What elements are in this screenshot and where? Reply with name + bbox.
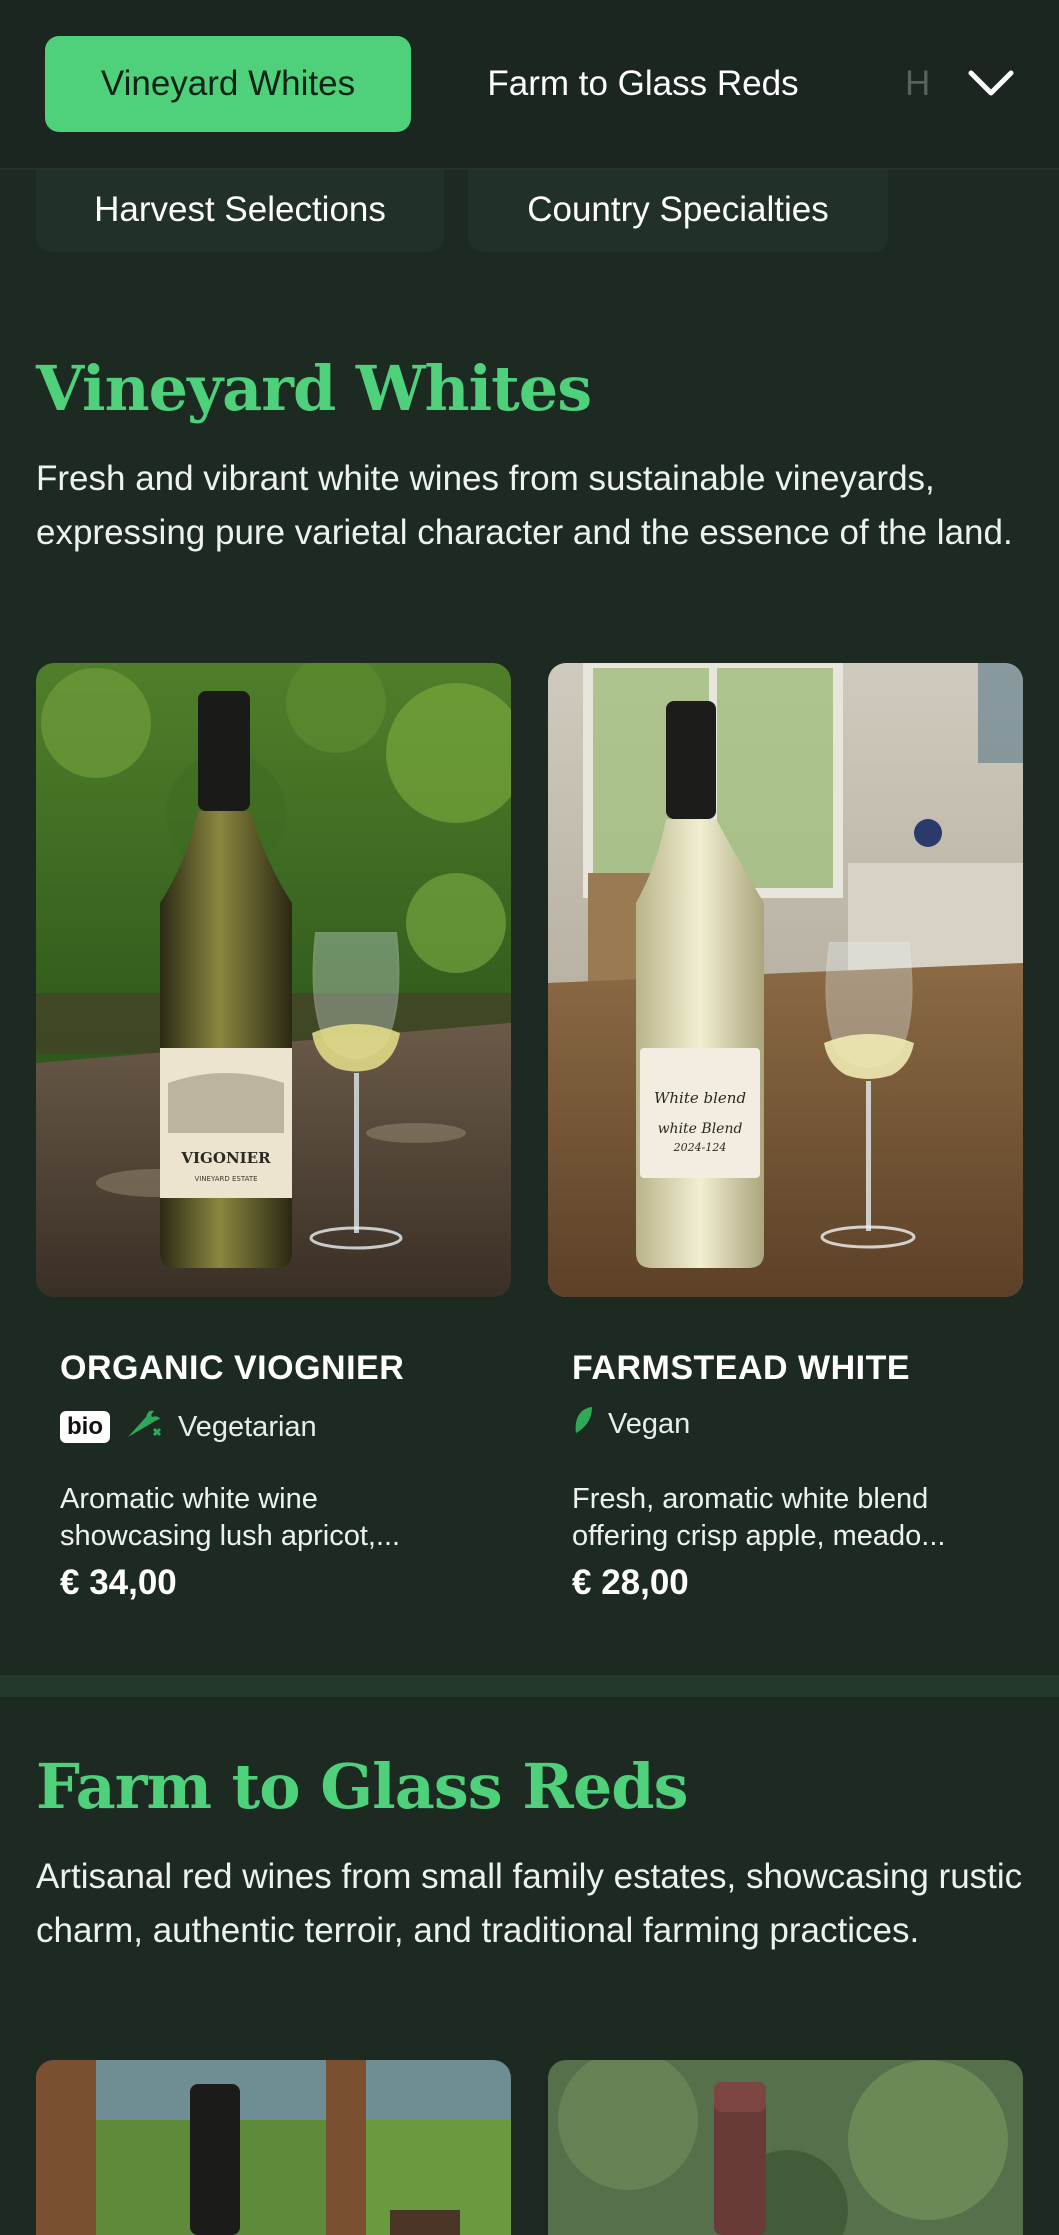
product-description-line: showcasing lush apricot,...	[60, 1520, 401, 1552]
product-image-farmstead-white: White blend white Blend 2024-124	[548, 663, 1023, 1297]
section-description-whites: Fresh and vibrant white wines from susta…	[36, 459, 1013, 552]
bottle-label-text: White blend	[654, 1089, 746, 1107]
bottle-label-subtext: VINEYARD ESTATE	[194, 1175, 257, 1183]
tab-truncated[interactable]: H	[905, 36, 965, 132]
bottle-label-subtext: white Blend	[658, 1121, 743, 1137]
section-description-reds: Artisanal red wines from small family es…	[36, 1857, 1023, 1950]
leaf-icon	[572, 1405, 594, 1443]
tab-farm-to-glass-reds[interactable]: Farm to Glass Reds	[448, 36, 838, 132]
product-name: ORGANIC VIOGNIER	[60, 1349, 405, 1387]
section-title-reds: Farm to Glass Reds	[36, 1750, 689, 1823]
product-description: Aromatic white wine showcasing lush apri…	[60, 1481, 500, 1555]
product-price: € 34,00	[60, 1563, 177, 1602]
bottle-label-year: 2024-124	[673, 1141, 727, 1154]
bottle-label-text: VIGONIER	[180, 1149, 271, 1167]
product-description-line: offering crisp apple, meado...	[572, 1520, 946, 1552]
product-tags: Vegan	[572, 1405, 690, 1443]
product-description-line: Fresh, aromatic white blend	[572, 1483, 929, 1515]
chevron-down-icon[interactable]	[963, 56, 1019, 112]
category-nav: Vineyard Whites Farm to Glass Reds H	[0, 0, 1059, 170]
product-image-red-2[interactable]	[548, 2060, 1023, 2235]
diet-label: Vegan	[608, 1407, 691, 1440]
product-price: € 28,00	[572, 1563, 689, 1602]
product-card-farmstead-white[interactable]: White blend white Blend 2024-124 FARMSTE…	[548, 663, 1023, 1623]
carrot-icon	[124, 1405, 164, 1449]
product-card-organic-viognier[interactable]: VIGONIER VINEYARD ESTATE ORGANIC VIOGNIE…	[36, 663, 511, 1623]
product-image-red-1[interactable]	[36, 2060, 511, 2235]
bio-badge: bio	[60, 1411, 110, 1443]
product-image-organic-viognier: VIGONIER VINEYARD ESTATE	[36, 663, 511, 1297]
section-title-whites: Vineyard Whites	[36, 352, 592, 425]
section-divider	[0, 1675, 1059, 1697]
product-tags: bio Vegetarian	[60, 1405, 317, 1449]
product-name: FARMSTEAD WHITE	[572, 1349, 911, 1387]
product-description: Fresh, aromatic white blend offering cri…	[572, 1481, 1012, 1555]
product-description-line: Aromatic white wine	[60, 1483, 318, 1515]
tab-vineyard-whites[interactable]: Vineyard Whites	[45, 36, 411, 132]
diet-label: Vegetarian	[178, 1410, 317, 1443]
